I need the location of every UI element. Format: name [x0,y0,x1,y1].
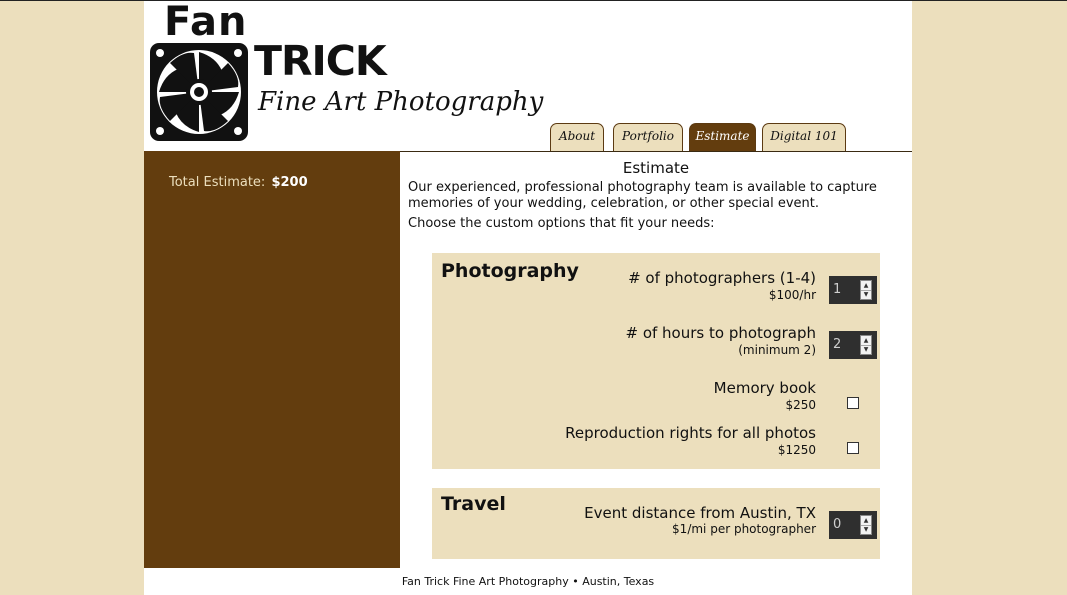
photographers-rate: $100/hr [768,288,816,302]
choose-text: Choose the custom options that fit your … [408,216,715,231]
total-estimate: Total Estimate: $200 [169,175,308,190]
memory-book-label: Memory book [713,379,816,397]
reproduction-label: Reproduction rights for all photos [565,424,816,442]
section-title-travel: Travel [441,493,506,515]
site-header: Fan TRICK Fine Art Photography About Por… [144,0,912,151]
distance-rate: $1/mi per photographer [672,522,816,536]
hours-stepper[interactable]: 2 ▲ ▼ [829,331,877,359]
total-estimate-label: Total Estimate: [169,175,266,190]
photographers-label: # of photographers (1-4) [628,269,816,287]
camera-fan-icon [150,43,248,141]
reproduction-checkbox[interactable] [847,442,859,454]
tab-estimate[interactable]: Estimate [689,123,756,151]
photographers-value: 1 [833,282,842,297]
page-title: Estimate [622,159,690,177]
reproduction-price: $1250 [777,443,816,457]
tab-digital-101[interactable]: Digital 101 [762,123,846,151]
travel-section: Travel Event distance from Austin, TX $1… [432,488,880,559]
distance-stepper[interactable]: 0 ▲ ▼ [829,511,877,539]
hours-label: # of hours to photograph [625,324,816,342]
logo-text-subtitle: Fine Art Photography [258,87,544,117]
distance-spin-buttons: ▲ ▼ [860,515,872,535]
total-estimate-value: $200 [271,175,308,190]
memory-book-checkbox[interactable] [847,397,859,409]
site-footer: Fan Trick Fine Art Photography • Austin,… [401,575,655,588]
sidebar: Total Estimate: $200 [144,151,400,568]
hours-note: (minimum 2) [738,343,816,357]
logo-text-fan: Fan [164,0,248,45]
section-title-photography: Photography [441,260,579,282]
photographers-spin-buttons: ▲ ▼ [860,280,872,300]
photography-section: Photography # of photographers (1-4) $10… [432,253,880,469]
arrow-down-icon[interactable]: ▼ [861,525,871,534]
arrow-down-icon[interactable]: ▼ [861,345,871,354]
tab-portfolio[interactable]: Portfolio [613,123,683,151]
intro-text: Our experienced, professional photograph… [408,180,877,211]
memory-book-price: $250 [785,398,816,412]
photographers-stepper[interactable]: 1 ▲ ▼ [829,276,877,304]
distance-value: 0 [833,517,842,532]
hours-spin-buttons: ▲ ▼ [860,335,872,355]
logo-text-trick: TRICK [254,37,387,85]
arrow-down-icon[interactable]: ▼ [861,290,871,299]
distance-label: Event distance from Austin, TX [584,504,816,522]
hours-value: 2 [833,337,842,352]
tab-about[interactable]: About [550,123,604,151]
page-container: Fan TRICK Fine Art Photography About Por… [144,0,912,595]
